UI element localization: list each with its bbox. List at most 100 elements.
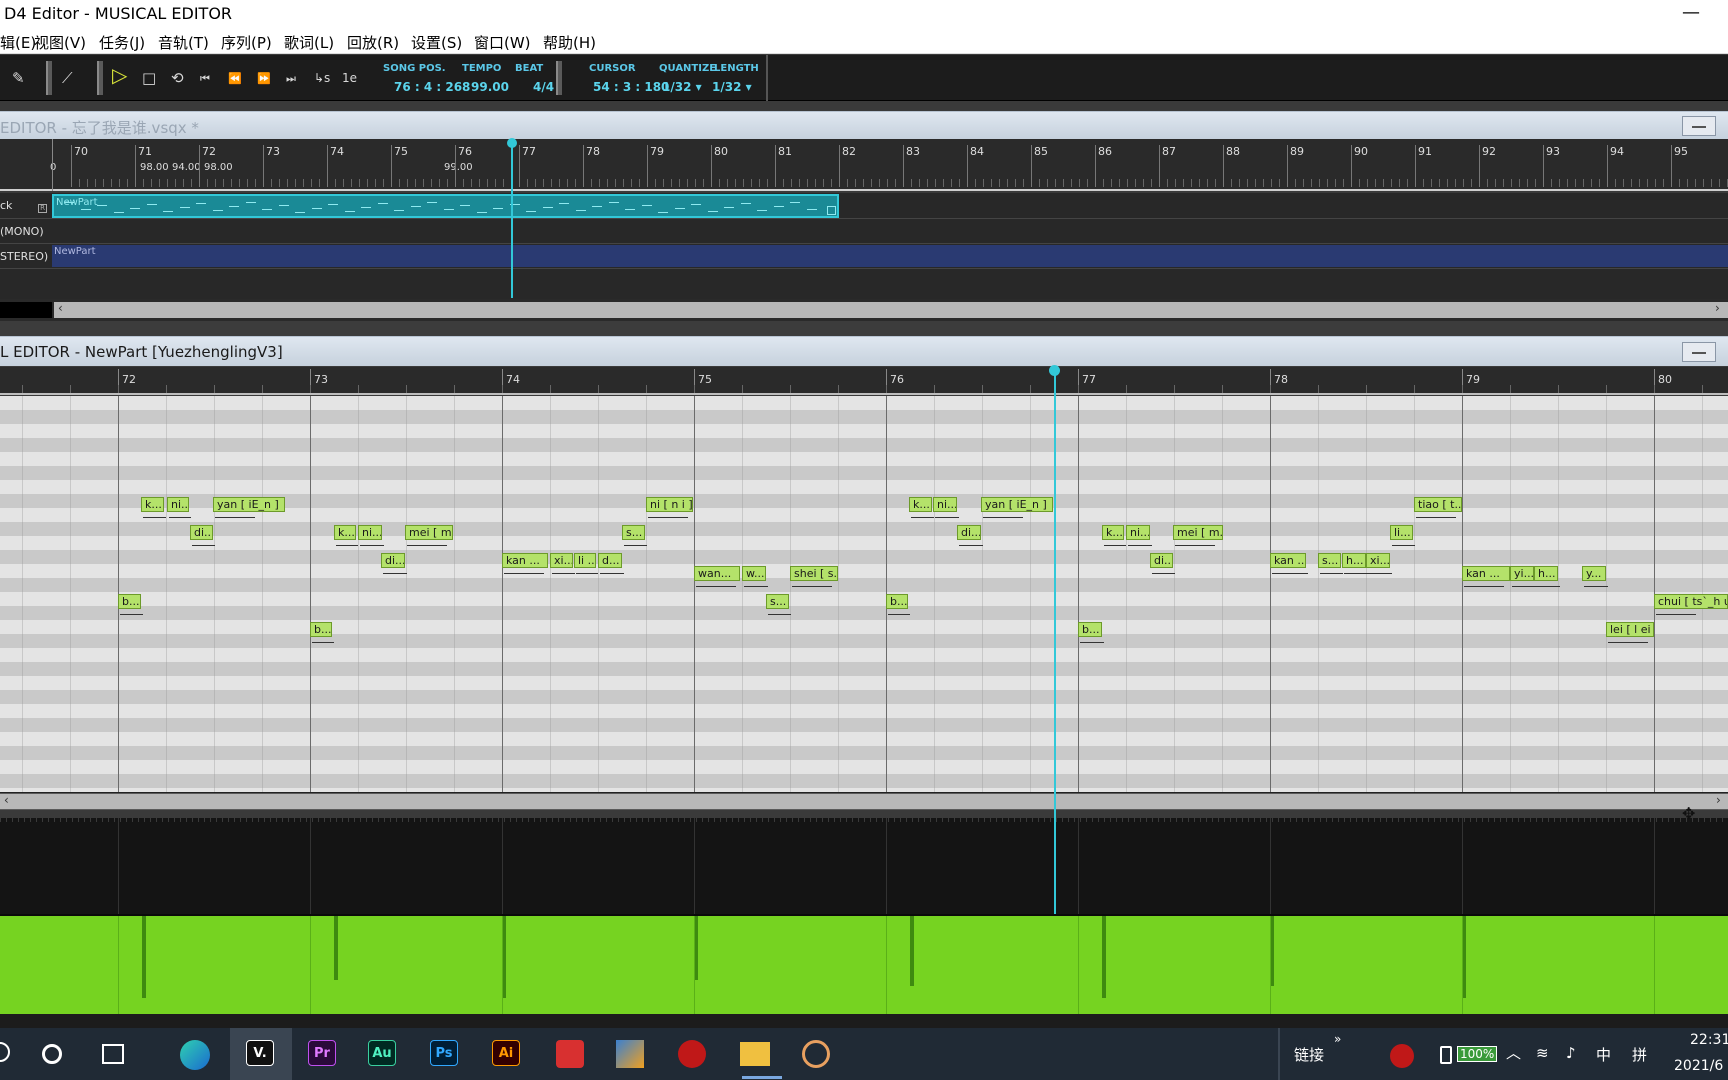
- cortana-icon[interactable]: [42, 1044, 62, 1064]
- ime-indicator[interactable]: 中: [1596, 1044, 1611, 1065]
- battery-indicator[interactable]: 100%: [1457, 1046, 1498, 1062]
- antivirus-icon[interactable]: [1390, 1044, 1414, 1068]
- menu-help[interactable]: 帮助(H): [543, 32, 596, 53]
- punch-out-icon[interactable]: 1e: [342, 70, 357, 86]
- illustrator-icon[interactable]: Ai: [492, 1040, 520, 1066]
- tempo-marker[interactable]: 98.00: [204, 162, 233, 173]
- lyric-note[interactable]: s...: [766, 594, 789, 609]
- lyric-note[interactable]: xi...: [1366, 553, 1390, 568]
- track-playhead[interactable]: [511, 143, 513, 298]
- lyric-note[interactable]: kan ...: [502, 553, 548, 568]
- lyric-note[interactable]: yi...: [1510, 566, 1534, 581]
- lyric-note[interactable]: b...: [886, 594, 908, 609]
- lyric-note[interactable]: wan...: [694, 566, 740, 581]
- wolfram-icon[interactable]: [678, 1040, 706, 1068]
- edge-icon[interactable]: [180, 1040, 210, 1070]
- lyric-note[interactable]: y...: [1582, 566, 1606, 581]
- lyric-note[interactable]: kan ...: [1462, 566, 1510, 581]
- lyric-note[interactable]: ni [ n i ]: [646, 497, 693, 512]
- editor-split[interactable]: [0, 321, 1728, 336]
- musical-editor-scrollbar[interactable]: ‹ ›: [0, 792, 1728, 810]
- lyric-note[interactable]: k...: [334, 525, 356, 540]
- rewind-icon[interactable]: ⏪: [228, 71, 242, 87]
- lyric-note[interactable]: b...: [310, 622, 332, 637]
- lyric-note[interactable]: di...: [381, 553, 405, 568]
- lyric-note[interactable]: kan ...: [1270, 553, 1306, 568]
- lyric-note[interactable]: s...: [622, 525, 645, 540]
- ime-mode-indicator[interactable]: 拼: [1632, 1044, 1647, 1065]
- playhead-handle[interactable]: [1049, 365, 1060, 376]
- menu-window[interactable]: 窗口(W): [474, 32, 531, 53]
- wifi-icon[interactable]: ≋: [1536, 1044, 1549, 1062]
- lyric-note[interactable]: di...: [957, 525, 981, 540]
- track-row[interactable]: ck R NewPart: [0, 193, 1728, 219]
- track-editor-minimize-button[interactable]: [1682, 116, 1716, 136]
- lyric-note[interactable]: b...: [118, 594, 141, 609]
- chevron-icon[interactable]: »: [1334, 1032, 1341, 1046]
- volume-icon[interactable]: ♪: [1566, 1044, 1576, 1062]
- chevron-up-icon[interactable]: ︿: [1506, 1042, 1521, 1063]
- loop-icon[interactable]: ⟲: [171, 70, 184, 86]
- menu-track[interactable]: 音轨(T): [158, 32, 209, 53]
- lyric-note[interactable]: h...: [1534, 566, 1558, 581]
- lyric-note[interactable]: mei [ m...: [1173, 525, 1223, 540]
- scroll-track[interactable]: ‹ ›: [0, 793, 1728, 809]
- playhead-handle[interactable]: [507, 138, 517, 148]
- forward-icon[interactable]: ⏩: [257, 71, 271, 87]
- musical-playhead[interactable]: [1054, 370, 1056, 914]
- lyric-note[interactable]: b...: [1078, 622, 1102, 637]
- track-row[interactable]: (MONO): [0, 219, 1728, 244]
- pitch-curve-area[interactable]: [0, 914, 1728, 1014]
- menu-settings[interactable]: 设置(S): [411, 32, 462, 53]
- audio-part-block[interactable]: NewPart: [52, 245, 1728, 267]
- menu-view[interactable]: 视图(V): [34, 32, 86, 53]
- control-track-area[interactable]: [0, 818, 1728, 914]
- lyric-note[interactable]: k...: [141, 497, 164, 512]
- musical-editor-ruler[interactable]: 72 73 74 75 76 77 78 79 80: [0, 367, 1728, 395]
- sketchup-icon[interactable]: [556, 1040, 584, 1068]
- play-icon[interactable]: ▷: [112, 65, 127, 85]
- clock-time[interactable]: 22:31: [1690, 1032, 1728, 1048]
- lyric-note[interactable]: ni...: [933, 497, 957, 512]
- music-player-icon[interactable]: [802, 1040, 830, 1068]
- scroll-track[interactable]: ‹ ›: [54, 301, 1728, 318]
- lyric-note[interactable]: di...: [1150, 553, 1173, 568]
- line-tool-icon[interactable]: ⟋: [62, 70, 73, 86]
- stop-icon[interactable]: □: [142, 70, 156, 86]
- lyric-note[interactable]: s...: [1318, 553, 1341, 568]
- lyric-note[interactable]: yan [ iE_n ]: [213, 497, 285, 512]
- menu-playback[interactable]: 回放(R): [347, 32, 399, 53]
- lyric-note[interactable]: ni...: [1126, 525, 1150, 540]
- vocaloid-icon[interactable]: V.: [246, 1040, 274, 1066]
- lyric-note[interactable]: mei [ m...: [405, 525, 453, 540]
- lyric-note[interactable]: tiao [ t...: [1414, 497, 1462, 512]
- rewind-start-icon[interactable]: ⏮: [200, 71, 210, 87]
- task-view-icon[interactable]: [102, 1044, 124, 1064]
- scroll-right-icon[interactable]: ›: [1716, 793, 1721, 807]
- minimize-button[interactable]: —: [1676, 0, 1706, 28]
- vocal-part-block[interactable]: NewPart: [52, 194, 839, 218]
- tempo-value[interactable]: 99.00: [471, 80, 509, 94]
- premiere-icon[interactable]: Pr: [308, 1040, 336, 1066]
- lyric-note[interactable]: li ...: [574, 553, 596, 568]
- audition-icon[interactable]: Au: [368, 1040, 396, 1066]
- scroll-left-icon[interactable]: ‹: [4, 793, 9, 807]
- tempo-marker[interactable]: 99.00: [444, 162, 473, 173]
- quantize-select[interactable]: 1/32 ▾: [662, 80, 702, 94]
- part-end-handle[interactable]: [827, 206, 836, 215]
- piano-roll[interactable]: k...ni...yan [ iE_n ]di...b...k...ni...m…: [0, 396, 1728, 792]
- lyric-note[interactable]: ni...: [167, 497, 189, 512]
- scroll-right-icon[interactable]: ›: [1715, 301, 1720, 315]
- file-explorer-icon[interactable]: [740, 1042, 770, 1066]
- punch-in-icon[interactable]: ↳s: [314, 70, 330, 86]
- lyric-note[interactable]: h...: [1342, 553, 1366, 568]
- lyric-note[interactable]: lei [ l ei ]: [1606, 622, 1654, 637]
- lyric-note[interactable]: k...: [1102, 525, 1124, 540]
- menu-job[interactable]: 任务(J): [99, 32, 145, 53]
- menu-edit[interactable]: 辑(E): [0, 32, 36, 53]
- track-row[interactable]: STEREO) NewPart: [0, 244, 1728, 269]
- lyric-note[interactable]: ni...: [358, 525, 382, 540]
- tempo-marker[interactable]: 98.00: [140, 162, 169, 173]
- beat-value[interactable]: 4/4: [533, 80, 554, 94]
- plug-icon[interactable]: [1440, 1046, 1452, 1064]
